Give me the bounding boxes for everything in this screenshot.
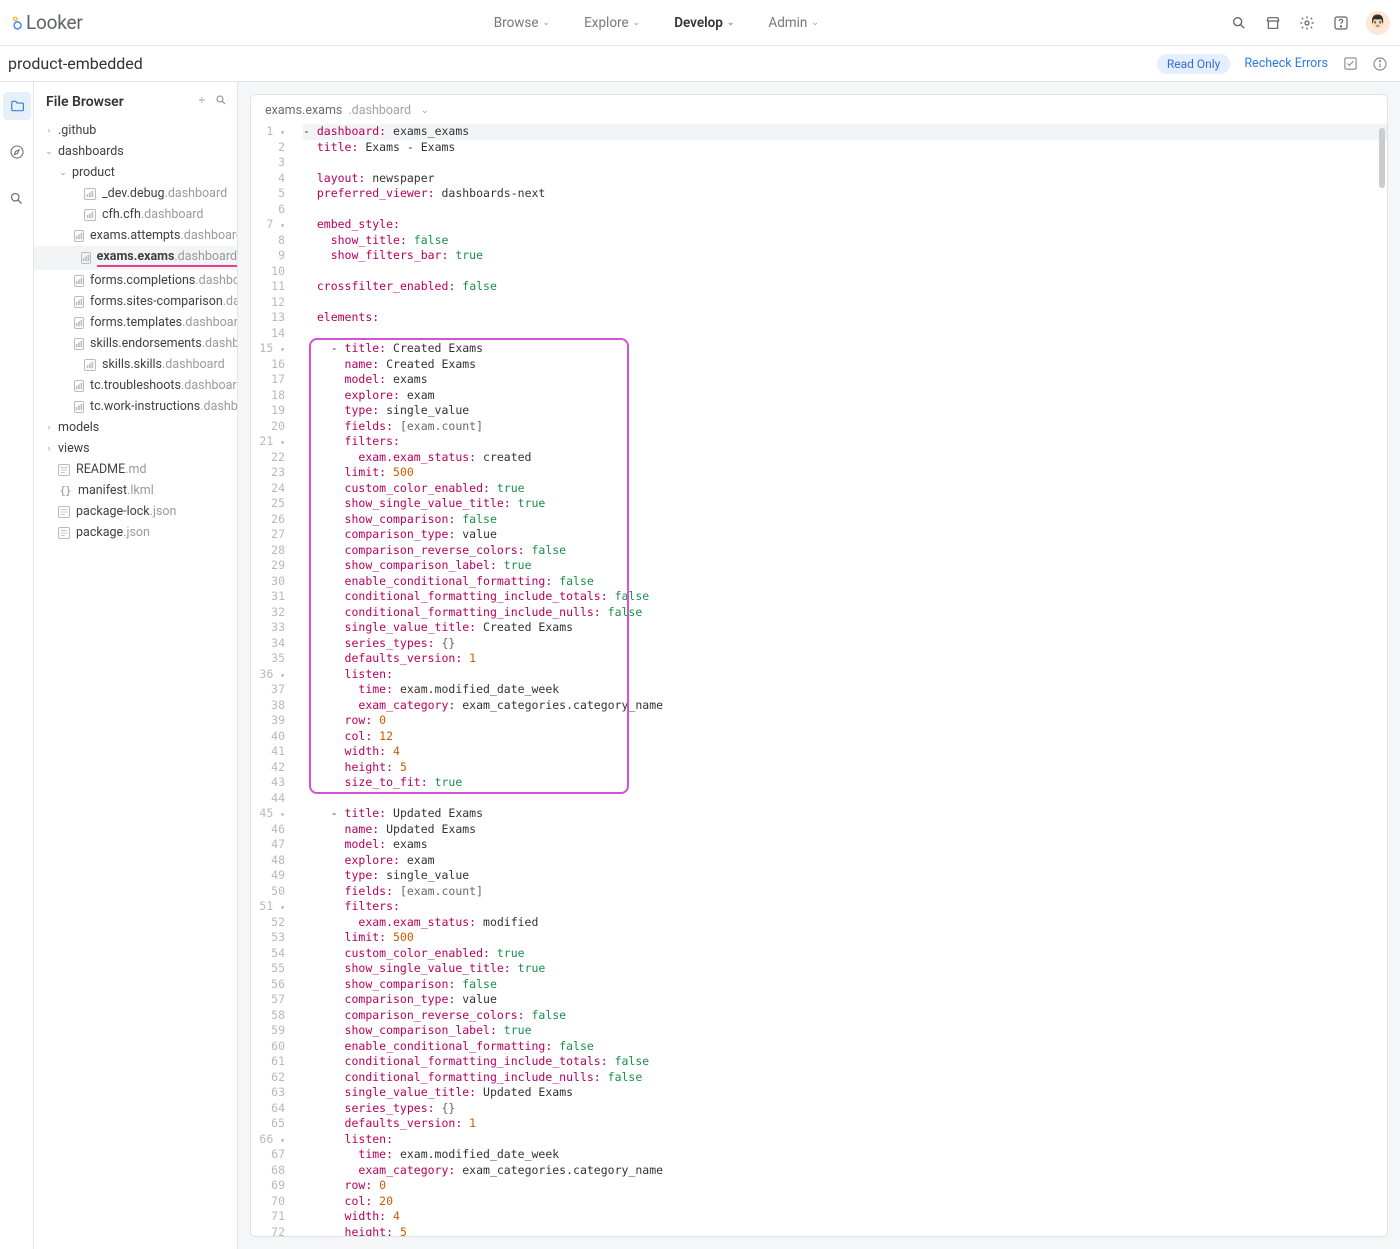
search-icon[interactable] [1230,14,1248,32]
file-skills.skills[interactable]: skills.skills.dashboard [34,354,237,375]
code-editor[interactable]: 1 ▾234567 ▾89101112131415 ▾161718192021 … [251,124,1387,1236]
file-forms.sites-comparison[interactable]: forms.sites-comparison.dashboard [34,291,237,312]
braces-icon: {} [58,485,72,497]
file-icon [84,188,96,200]
doc-icon [58,464,70,476]
file-forms.templates[interactable]: forms.templates.dashboard [34,312,237,333]
project-bar: product-embedded Read Only Recheck Error… [0,46,1400,82]
brand-logo[interactable]: Looker [10,11,83,34]
looker-icon [10,13,24,33]
sidebar-title: File Browser [46,94,124,110]
avatar[interactable]: 👨🏻 [1366,11,1390,35]
nav-right: 👨🏻 [1230,11,1390,35]
collapse-icon[interactable]: ÷ [199,94,205,110]
file-tc.troubleshoots[interactable]: tc.troubleshoots.dashboard [34,375,237,396]
file-tc.work-instructions[interactable]: tc.work-instructions.dashboard [34,396,237,417]
file-icon [84,209,96,221]
rail-search-icon[interactable] [3,184,31,212]
file-exams.exams[interactable]: exams.exams.dashboard [34,246,237,270]
project-actions: Read Only Recheck Errors [1157,54,1388,74]
folder-views[interactable]: ›views [34,438,237,459]
doc-icon [58,506,70,518]
editor-card: exams.exams.dashboard ⌄ 1 ▾234567 ▾89101… [250,94,1388,1237]
nav-explore[interactable]: Explore⌄ [584,15,640,31]
project-title: product-embedded [8,54,143,73]
file-icon [74,338,84,350]
folder-dashboards[interactable]: ⌄dashboards [34,141,237,162]
sidebar-search-icon[interactable] [215,94,227,110]
file-icon [81,252,91,264]
nav-browse[interactable]: Browse⌄ [494,15,550,31]
top-nav: Looker Browse⌄ Explore⌄ Develop⌄ Admin⌄ … [0,0,1400,46]
file-cfh.cfh[interactable]: cfh.cfh.dashboard [34,204,237,225]
file-_dev.debug[interactable]: _dev.debug.dashboard [34,183,237,204]
file-skills.endorsements[interactable]: skills.endorsements.dashboard [34,333,237,354]
file-README[interactable]: README.md [34,459,237,480]
file-exams.attempts[interactable]: exams.attempts.dashboard [34,225,237,246]
editor-wrap: exams.exams.dashboard ⌄ 1 ▾234567 ▾89101… [238,82,1400,1249]
file-package[interactable]: package.json [34,522,237,543]
validate-icon[interactable] [1342,56,1358,72]
file-browser: File Browser ÷ ›.github⌄dashboards⌄produ… [34,82,238,1249]
rail-compass-icon[interactable] [3,138,31,166]
folder-.github[interactable]: ›.github [34,120,237,141]
editor-tab[interactable]: exams.exams.dashboard ⌄ [251,95,1387,124]
nav-admin[interactable]: Admin⌄ [768,15,819,31]
brand-text: Looker [26,11,83,34]
file-icon [74,380,84,392]
recheck-errors-link[interactable]: Recheck Errors [1244,56,1328,71]
chevron-down-icon: ⌄ [421,106,429,116]
file-icon [74,275,84,287]
file-icon [74,317,84,329]
main: File Browser ÷ ›.github⌄dashboards⌄produ… [0,82,1400,1249]
file-manifest[interactable]: {}manifest.lkml [34,480,237,501]
left-rail [0,82,34,1249]
readonly-badge: Read Only [1157,54,1231,74]
nav-develop[interactable]: Develop⌄ [674,15,734,31]
folder-models[interactable]: ›models [34,417,237,438]
doc-icon [58,527,70,539]
file-icon [74,296,84,308]
rail-files-icon[interactable] [3,92,31,120]
file-forms.completions[interactable]: forms.completions.dashboard [34,270,237,291]
folder-product[interactable]: ⌄product [34,162,237,183]
file-tree: ›.github⌄dashboards⌄product_dev.debug.da… [34,120,237,543]
file-icon [74,230,84,242]
scrollbar-thumb[interactable] [1379,128,1385,188]
marketplace-icon[interactable] [1264,14,1282,32]
file-package-lock[interactable]: package-lock.json [34,501,237,522]
file-icon [74,401,84,413]
file-icon [84,359,96,371]
help-icon[interactable] [1332,14,1350,32]
info-icon[interactable] [1372,56,1388,72]
gear-icon[interactable] [1298,14,1316,32]
nav-center: Browse⌄ Explore⌄ Develop⌄ Admin⌄ [83,15,1230,31]
